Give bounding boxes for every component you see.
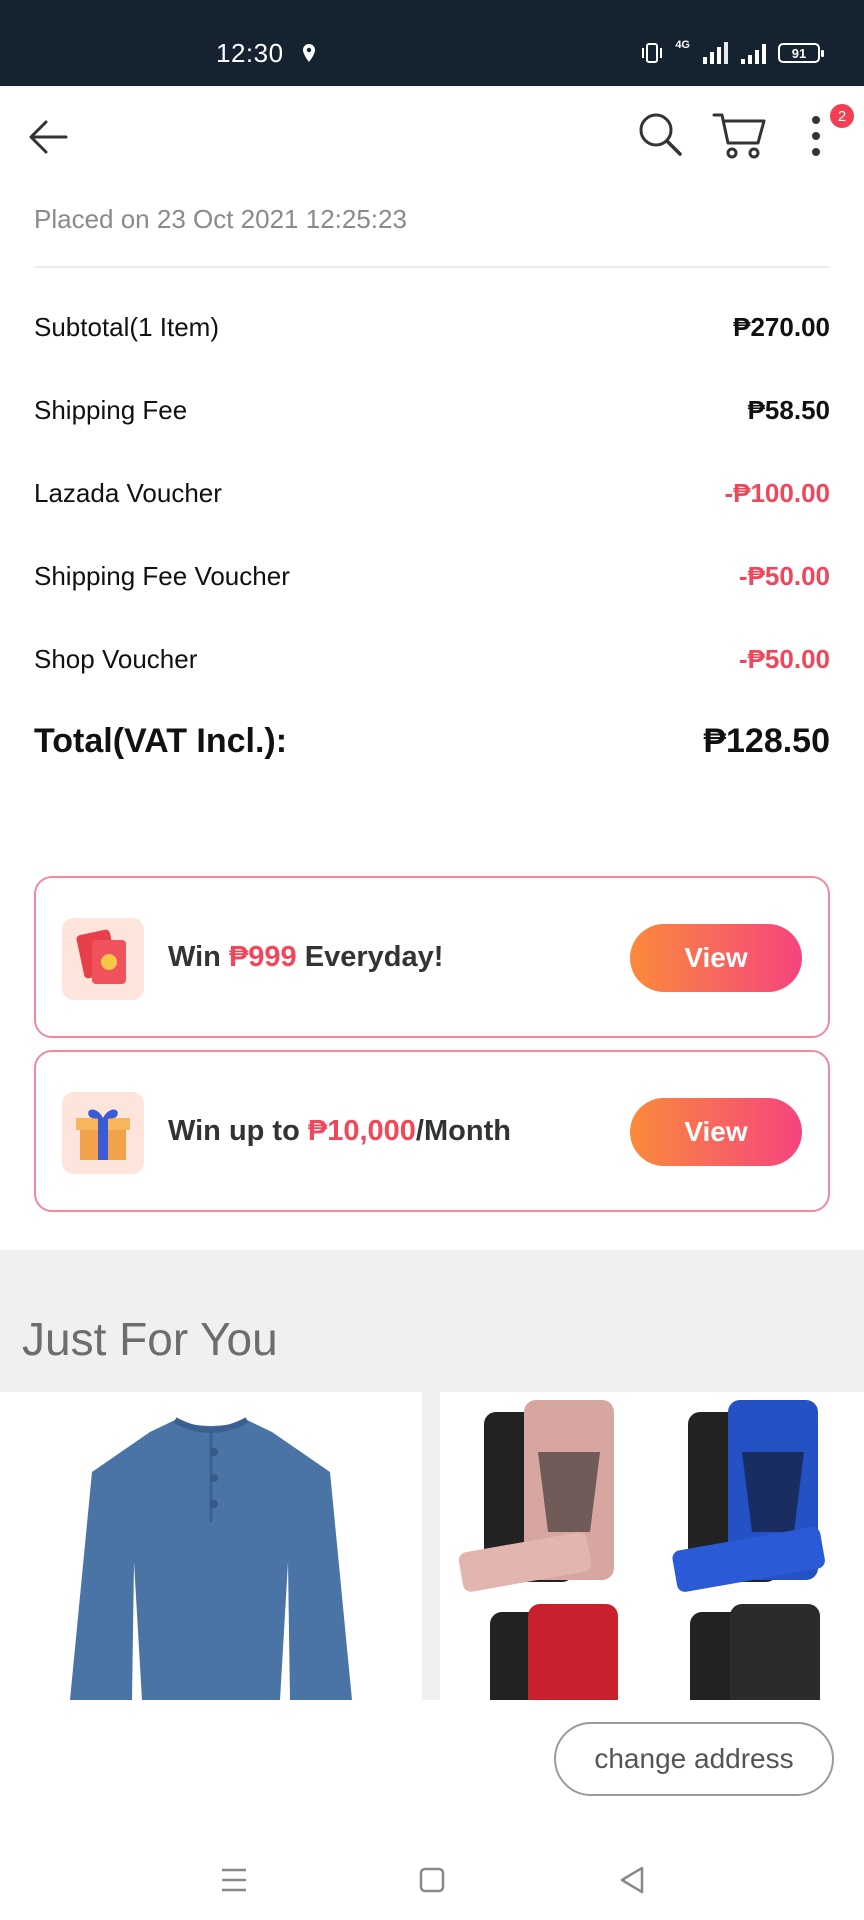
row-value: ₱270.00 xyxy=(733,312,830,342)
total-value: ₱128.50 xyxy=(703,722,830,760)
vibrate-icon xyxy=(642,43,663,63)
battery-icon: 91 xyxy=(778,43,824,63)
row-value: -₱50.00 xyxy=(738,561,830,591)
product-image-shirt xyxy=(70,1417,352,1700)
promo-amount: ₱10,000 xyxy=(307,1114,416,1147)
promo-amount: ₱999 xyxy=(228,940,297,973)
promo-text-post: /Month xyxy=(415,1114,511,1147)
signal-icon xyxy=(703,42,728,64)
search-icon[interactable] xyxy=(636,110,684,158)
row-value: ₱58.50 xyxy=(747,395,830,425)
network-type-label: 4G xyxy=(675,39,690,51)
just-for-you-section: Just For You xyxy=(0,1250,864,1700)
summary-row-shop-voucher: Shop Voucher -₱50.00 xyxy=(34,644,830,675)
total-label: Total(VAT Incl.): xyxy=(34,722,288,760)
promo-text-pre: Win up to xyxy=(168,1114,308,1147)
menu-icon[interactable] xyxy=(214,1860,254,1900)
row-label: Lazada Voucher xyxy=(34,478,222,508)
product-card-shirt[interactable] xyxy=(0,1392,422,1700)
summary-row-shipping-fee-voucher: Shipping Fee Voucher -₱50.00 xyxy=(34,561,830,592)
section-title: Just For You xyxy=(22,1313,278,1365)
row-label: Subtotal(1 Item) xyxy=(34,312,219,342)
row-label: Shop Voucher xyxy=(34,644,198,674)
order-placed-date: Placed on 23 Oct 2021 12:25:23 xyxy=(34,204,407,234)
cart-icon[interactable] xyxy=(712,110,766,160)
change-address-button[interactable]: change address xyxy=(554,1722,834,1796)
row-label: Shipping Fee Voucher xyxy=(34,561,290,591)
location-icon xyxy=(303,44,315,62)
row-value: -₱50.00 xyxy=(738,644,830,674)
system-nav-bar xyxy=(0,1840,864,1920)
status-time: 12:30 xyxy=(216,38,284,68)
summary-row-shipping-fee: Shipping Fee ₱58.50 xyxy=(34,395,830,426)
top-nav: 2 xyxy=(0,86,864,186)
promo-text-pre: Win xyxy=(168,940,229,973)
home-icon[interactable] xyxy=(412,1860,452,1900)
product-card-phone-case[interactable] xyxy=(440,1392,864,1700)
row-value: -₱100.00 xyxy=(724,478,830,508)
summary-row-subtotal: Subtotal(1 Item) ₱270.00 xyxy=(34,312,830,343)
status-bar: 12:30 4G 91 xyxy=(0,0,864,86)
gift-box-icon xyxy=(62,1092,144,1174)
back-arrow-icon[interactable] xyxy=(26,114,72,160)
red-envelope-icon xyxy=(62,918,144,1000)
promo-text-post: Everyday! xyxy=(296,940,444,973)
signal-icon-2 xyxy=(741,44,766,64)
view-button[interactable]: View xyxy=(630,1098,802,1166)
summary-row-total: Total(VAT Incl.): ₱128.50 xyxy=(34,722,830,761)
promo-text: Win ₱999 Everyday! xyxy=(168,878,443,1036)
row-label: Shipping Fee xyxy=(34,395,188,425)
battery-level: 91 xyxy=(791,45,807,61)
summary-row-lazada-voucher: Lazada Voucher -₱100.00 xyxy=(34,478,830,509)
promo-card-daily[interactable]: Win ₱999 Everyday! View xyxy=(34,876,830,1038)
product-image-phone-cases xyxy=(458,1400,825,1700)
divider xyxy=(34,266,830,268)
notification-badge: 2 xyxy=(830,104,854,128)
promo-text: Win up to ₱10,000/Month xyxy=(168,1052,511,1210)
back-triangle-icon[interactable] xyxy=(612,1860,652,1900)
view-button[interactable]: View xyxy=(630,924,802,992)
promo-card-monthly[interactable]: Win up to ₱10,000/Month View xyxy=(34,1050,830,1212)
more-options-icon[interactable] xyxy=(804,112,828,160)
